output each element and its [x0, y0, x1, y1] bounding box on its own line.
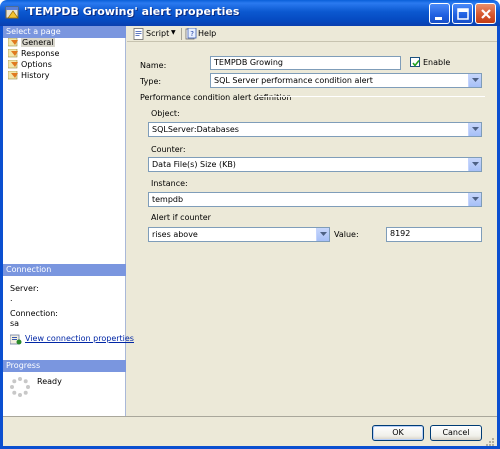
connection-value: sa — [10, 319, 20, 328]
dropdown-arrow-icon[interactable] — [316, 228, 329, 241]
maximize-icon — [457, 8, 469, 20]
connection-properties-icon — [10, 334, 22, 345]
object-select[interactable]: SQLServer:Databases — [148, 122, 482, 137]
name-label: Name: — [140, 61, 167, 70]
ok-button[interactable]: OK — [372, 425, 424, 441]
nav-item-general[interactable]: General — [5, 37, 123, 48]
group-title: Performance condition alert definition — [140, 93, 292, 102]
nav-item-label: History — [21, 71, 50, 80]
instance-select[interactable]: tempdb — [148, 192, 482, 207]
minimize-button[interactable] — [429, 3, 450, 24]
dropdown-arrow-icon[interactable] — [468, 158, 481, 171]
dropdown-arrow-icon[interactable] — [468, 74, 481, 87]
page-icon — [8, 60, 18, 69]
alert-if-counter-select[interactable]: rises above — [148, 227, 330, 242]
dropdown-arrow-icon[interactable] — [468, 193, 481, 206]
alert-if-counter-label: Alert if counter — [151, 213, 211, 222]
help-icon: ? — [185, 28, 197, 40]
close-icon — [481, 9, 491, 19]
svg-text:?: ? — [190, 30, 194, 38]
page-icon — [8, 71, 18, 80]
progress-header: Progress — [3, 360, 126, 372]
maximize-button[interactable] — [452, 3, 473, 24]
bottom-divider — [3, 416, 497, 417]
help-button[interactable]: Help — [198, 29, 216, 38]
object-select-value: SQLServer:Databases — [152, 125, 239, 134]
page-icon — [8, 38, 18, 47]
counter-label: Counter: — [151, 145, 186, 154]
nav-item-label: Options — [21, 60, 52, 69]
checkmark-icon — [412, 60, 420, 67]
value-label: Value: — [334, 230, 359, 239]
nav-item-options[interactable]: Options — [5, 59, 123, 70]
group-divider — [257, 96, 485, 97]
instance-select-value: tempdb — [152, 195, 184, 204]
counter-select-value: Data File(s) Size (KB) — [152, 160, 236, 169]
server-value: . — [10, 294, 13, 303]
instance-label: Instance: — [151, 179, 188, 188]
resize-grip-icon[interactable] — [484, 436, 494, 446]
name-input[interactable]: TEMPDB Growing — [210, 56, 401, 70]
type-label: Type: — [140, 77, 162, 86]
page-icon — [8, 49, 18, 58]
dropdown-arrow-icon[interactable] — [468, 123, 481, 136]
server-label: Server: — [10, 284, 39, 293]
enable-label: Enable — [423, 58, 451, 67]
type-select-value: SQL Server performance condition alert — [214, 76, 373, 85]
title-bar[interactable]: 'TEMPDB Growing' alert properties — [0, 0, 500, 26]
progress-spinner-icon — [10, 377, 30, 397]
enable-checkbox[interactable] — [410, 57, 420, 67]
connection-header: Connection — [3, 264, 126, 276]
view-connection-properties-link[interactable]: View connection properties — [25, 334, 134, 343]
toolbar: Script ▼ ? Help — [127, 26, 497, 42]
nav-item-label: General — [21, 38, 55, 47]
type-select[interactable]: SQL Server performance condition alert — [210, 73, 482, 88]
nav-item-response[interactable]: Response — [5, 48, 123, 59]
connection-label: Connection: — [10, 309, 58, 318]
script-icon — [133, 28, 144, 40]
cancel-button[interactable]: Cancel — [430, 425, 482, 441]
object-label: Object: — [151, 109, 180, 118]
left-navigation-pane: Select a page General Response Options H… — [3, 26, 134, 416]
counter-select[interactable]: Data File(s) Size (KB) — [148, 157, 482, 172]
alert-if-counter-value: rises above — [152, 230, 198, 239]
toolbar-separator — [181, 28, 182, 40]
window-title: 'TEMPDB Growing' alert properties — [24, 5, 240, 18]
value-input[interactable]: 8192 — [386, 227, 482, 242]
close-button[interactable] — [475, 3, 496, 24]
script-button[interactable]: Script — [146, 29, 169, 38]
nav-item-history[interactable]: History — [5, 70, 123, 81]
progress-status: Ready — [37, 377, 62, 386]
alert-properties-icon — [5, 6, 19, 19]
nav-item-label: Response — [21, 49, 60, 58]
minimize-icon — [435, 17, 442, 20]
script-dropdown-arrow-icon[interactable]: ▼ — [171, 29, 176, 36]
